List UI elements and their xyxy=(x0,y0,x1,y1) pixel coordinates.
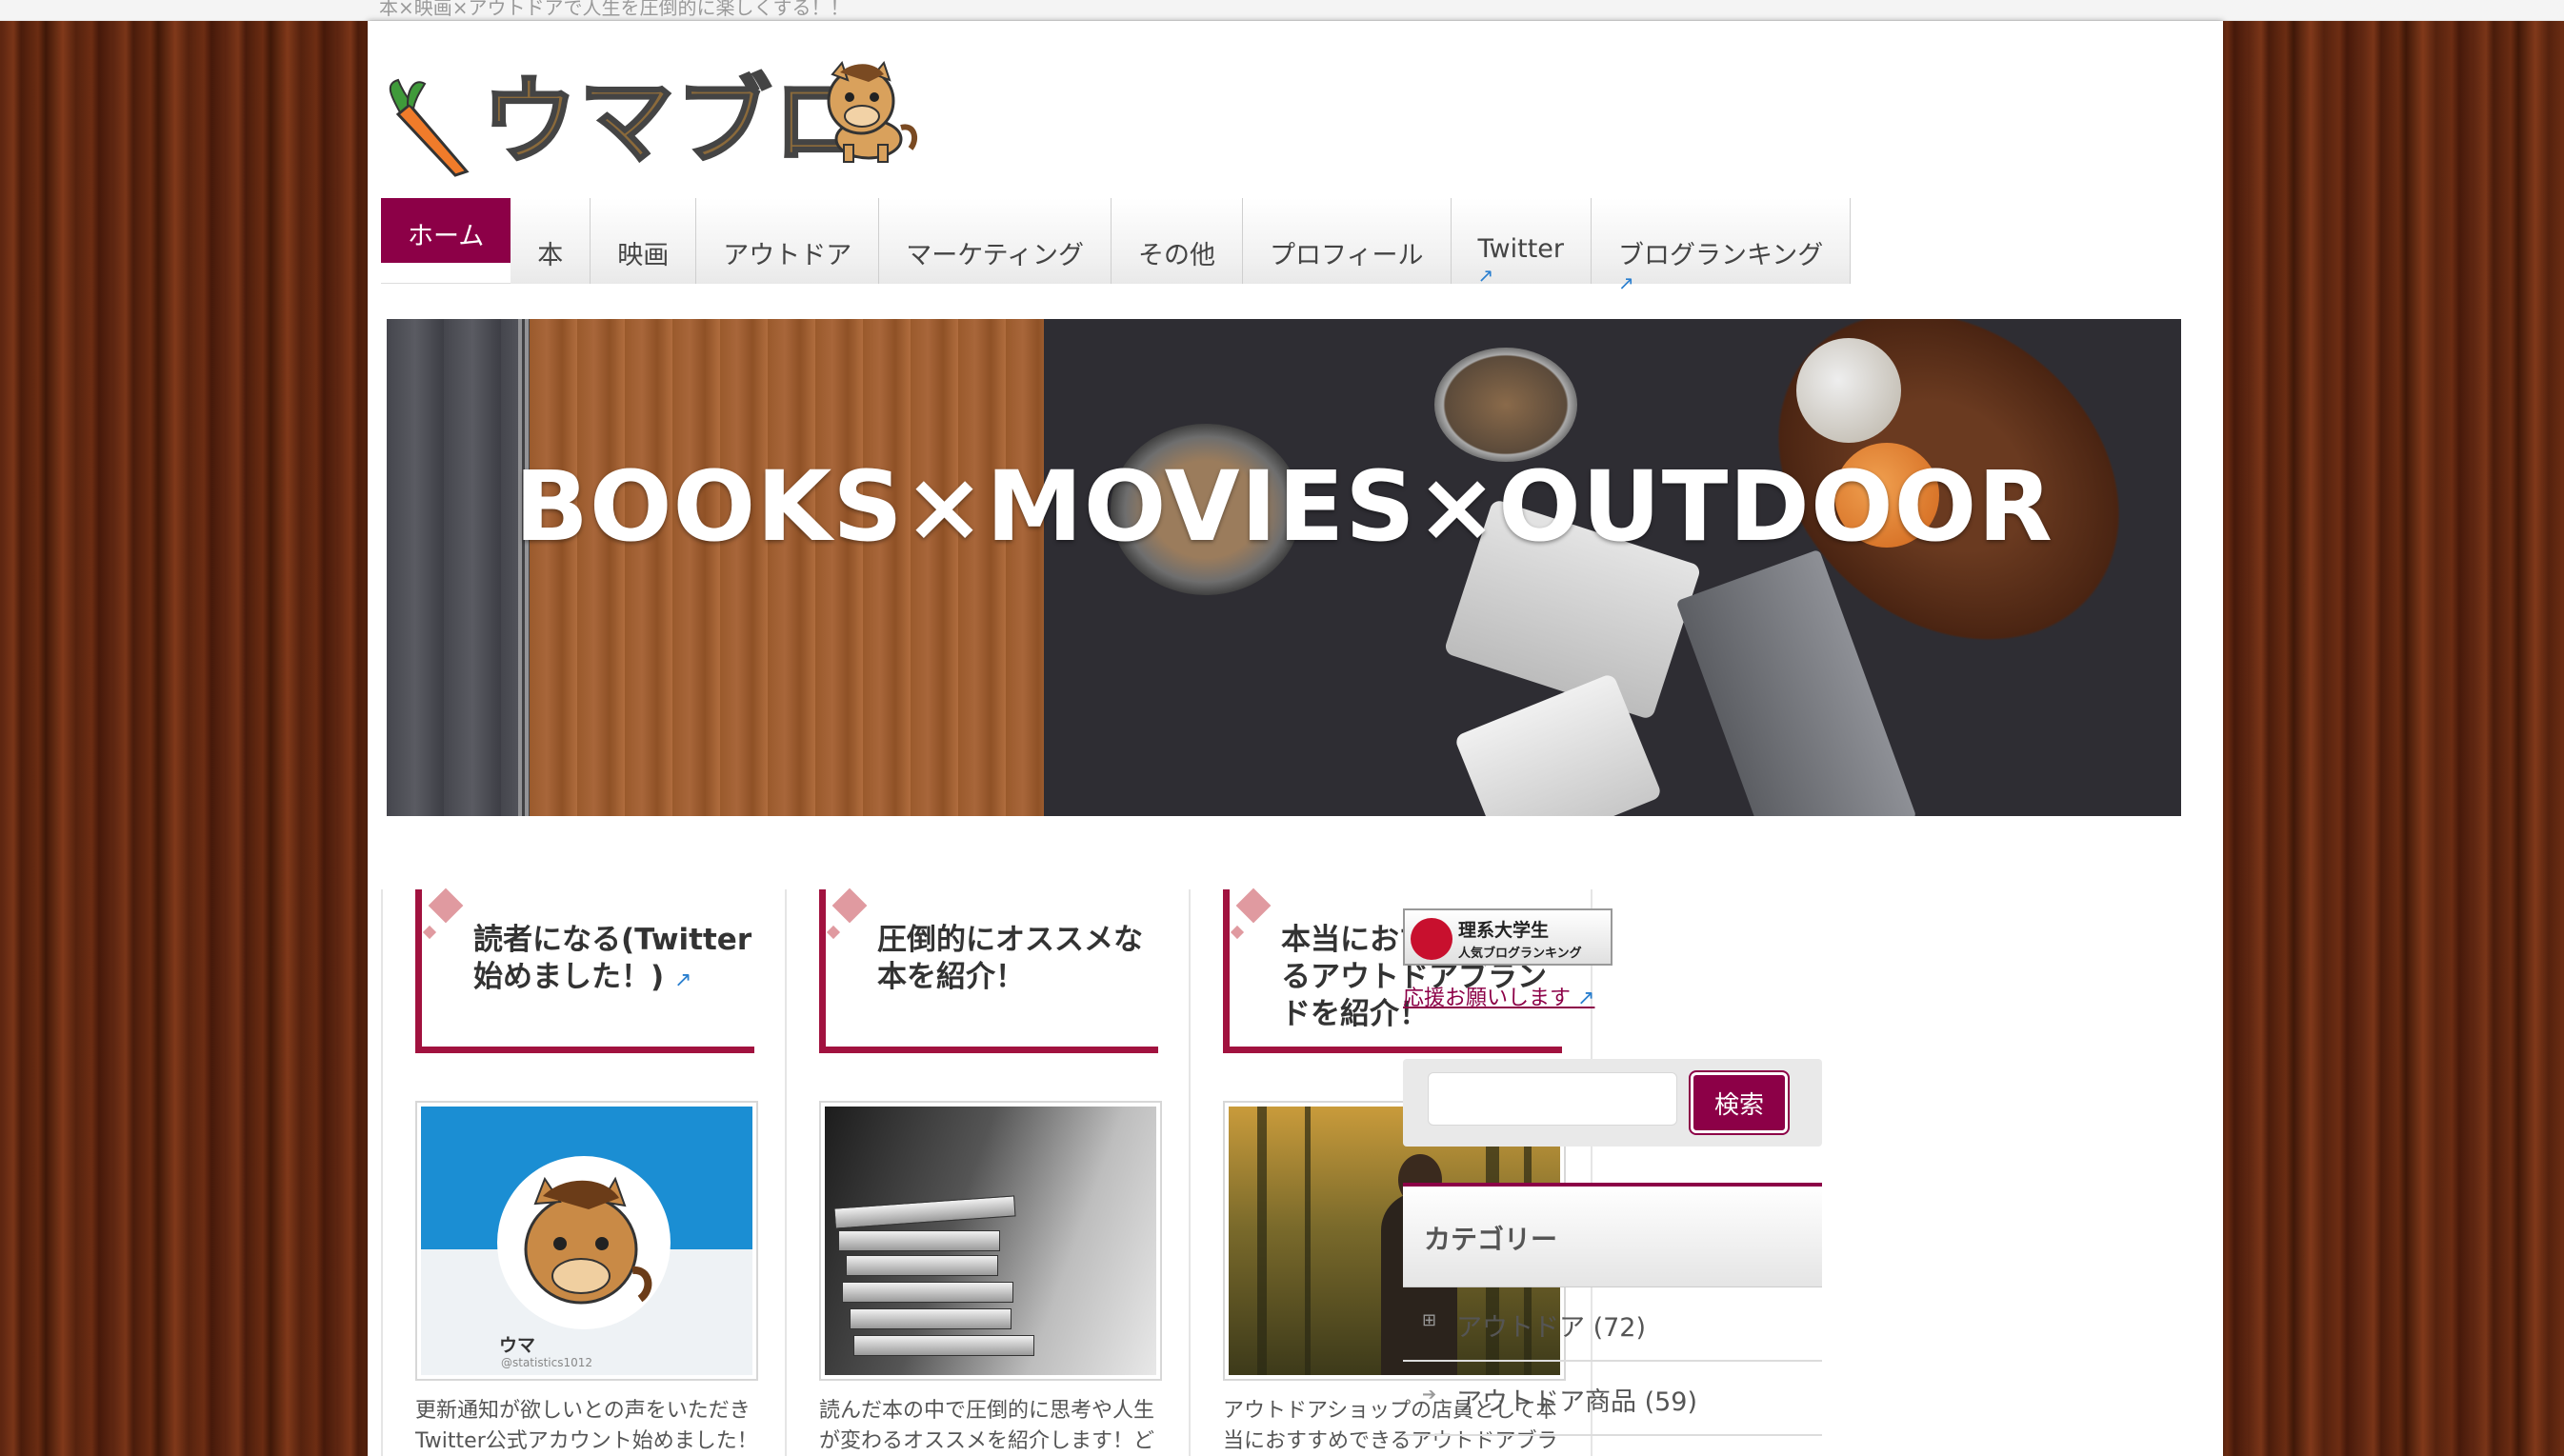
horse-mascot-icon xyxy=(827,61,918,163)
nav-item-profile[interactable]: プロフィール xyxy=(1243,198,1452,284)
horse-avatar-icon xyxy=(524,1176,652,1305)
nav-item-marketing[interactable]: マーケティング xyxy=(879,198,1112,284)
category-item-outdoor[interactable]: ⊞ アウトドア (72) xyxy=(1403,1287,1822,1362)
support-link[interactable]: 応援お願いします ↗ xyxy=(1403,981,1594,1011)
nav-item-outdoor[interactable]: アウトドア xyxy=(696,198,880,284)
external-link-icon: ↗ xyxy=(1618,271,1634,294)
site-logo[interactable]: ウマブロ xyxy=(381,61,918,194)
card-username: ウマ xyxy=(499,1335,536,1356)
diamond-icon xyxy=(1235,888,1272,924)
external-link-icon: ↗ xyxy=(1577,987,1595,1010)
column-heading: 圧倒的にオススメな本を紹介！ xyxy=(819,888,1158,1053)
hero-bg-wood xyxy=(387,319,530,816)
carrot-icon xyxy=(389,78,470,177)
arrow-right-icon: ➔ xyxy=(1422,1385,1437,1405)
hero-cutting-board xyxy=(530,319,1044,816)
logo-text: ウマブロ xyxy=(481,66,871,177)
nav-item-twitter[interactable]: Twitter ↗ xyxy=(1451,198,1592,287)
nav-item-books[interactable]: 本 xyxy=(511,198,591,284)
top-bar: 本×映画×アウトドアで人生を圧倒的に楽しくする！！ xyxy=(0,0,2564,21)
column-description: 更新通知が欲しいとの声をいただきTwitter公式アカウント始めました！フォロー… xyxy=(415,1399,758,1453)
search-input[interactable] xyxy=(1428,1072,1677,1126)
books-image[interactable] xyxy=(819,1101,1162,1381)
hero-garlic xyxy=(1796,338,1901,443)
expand-plus-icon[interactable]: ⊞ xyxy=(1422,1310,1436,1330)
external-link-icon: ↗ xyxy=(673,968,692,992)
column-description: 読んだ本の中で圧倒的に思考や人生が変わるオススメを紹介します！どんどん更新します… xyxy=(819,1399,1155,1453)
ranking-logo-icon xyxy=(1411,918,1452,960)
diamond-small-icon xyxy=(1230,925,1245,940)
diamond-small-icon xyxy=(826,925,841,940)
site-tagline: 本×映画×アウトドアで人生を圧倒的に楽しくする！！ xyxy=(379,0,850,19)
nav-item-movies[interactable]: 映画 xyxy=(591,198,697,284)
hero-title: BOOKS×MOVIES×OUTDOOR xyxy=(514,450,2053,564)
nav-item-blog-ranking[interactable]: ブログランキング ↗ xyxy=(1592,198,1852,292)
hero-jar xyxy=(1434,348,1577,462)
search-button[interactable]: 検索 xyxy=(1691,1072,1788,1133)
avatar xyxy=(497,1156,671,1329)
twitter-card-image[interactable]: ウマ @statistics1012 xyxy=(415,1101,758,1381)
diamond-icon xyxy=(831,888,868,924)
search-widget: 検索 xyxy=(1403,1059,1822,1147)
column-heading: 読者になる(Twitter始めました！) ↗ xyxy=(415,888,754,1053)
nav-item-home[interactable]: ホーム xyxy=(381,198,511,263)
feature-column-books: 圧倒的にオススメな本を紹介！ 読んだ本の中で圧倒的に思考や人生が変わるオススメを… xyxy=(785,888,1189,1456)
diamond-small-icon xyxy=(422,925,437,940)
hero-banner[interactable]: BOOKS×MOVIES×OUTDOOR xyxy=(387,319,2181,816)
categories-header: カテゴリー xyxy=(1403,1183,1822,1287)
feature-column-twitter: 読者になる(Twitter始めました！) ↗ ウマ @statistics101… xyxy=(381,888,785,1456)
main-nav: ホーム 本 映画 アウトドア マーケティング その他 プロフィール Twitte… xyxy=(381,198,1852,292)
category-item-outdoor-products[interactable]: ➔ アウトドア商品 (59) xyxy=(1403,1362,1822,1436)
blog-ranking-banner[interactable]: 理系大学生 人気ブログランキング xyxy=(1403,908,1613,966)
card-handle: @statistics1012 xyxy=(501,1356,593,1369)
external-link-icon: ↗ xyxy=(1477,264,1494,287)
page-container: ウマブロ ホーム 本 映画 アウトドア マーケティング その他 プロフィール T… xyxy=(368,21,2223,1456)
diamond-icon xyxy=(428,888,464,924)
column-title-link[interactable]: 読者になる(Twitter始めました！) ↗ xyxy=(473,922,759,999)
categories-title: カテゴリー xyxy=(1424,1224,1558,1255)
column-title-link[interactable]: 圧倒的にオススメな本を紹介！ xyxy=(877,922,1163,996)
nav-item-other[interactable]: その他 xyxy=(1112,198,1244,284)
